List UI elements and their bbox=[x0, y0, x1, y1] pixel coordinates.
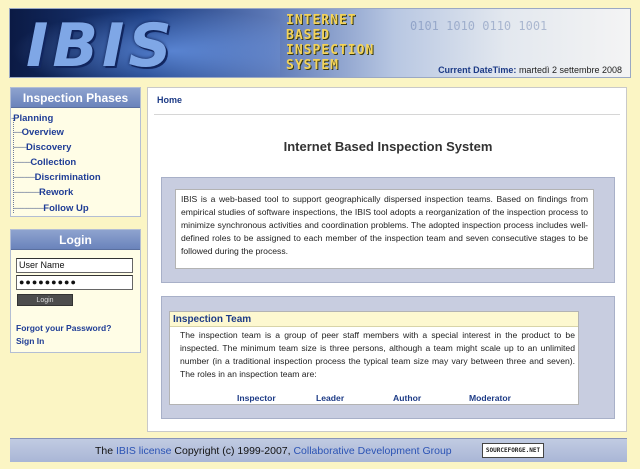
login-button[interactable]: Login bbox=[17, 294, 73, 306]
inspection-team-content: Inspection Team The inspection team is a… bbox=[169, 311, 579, 405]
banner-line-1: INTERNET bbox=[286, 13, 357, 28]
phase-collection[interactable]: --------Collection bbox=[13, 157, 76, 168]
intro-box: IBIS is a web-based tool to support geog… bbox=[161, 177, 615, 283]
password-field[interactable]: ●●●●●●●●● bbox=[16, 275, 133, 290]
inspection-team-title: Inspection Team bbox=[170, 312, 578, 327]
phase-label: Planning bbox=[13, 113, 54, 124]
header-banner: 0101 1010 0110 1001 IBIS INTERNET BASED … bbox=[9, 8, 631, 78]
breadcrumb-home-link[interactable]: Home bbox=[157, 95, 182, 105]
phase-overview[interactable]: ----Overview bbox=[13, 127, 64, 138]
sourceforge-badge[interactable]: SOURCEFORGE.NET bbox=[482, 443, 544, 458]
forgot-password-link[interactable]: Forgot your Password? bbox=[16, 323, 111, 333]
login-panel-title: Login bbox=[11, 230, 140, 250]
phase-tree-branch: ---- bbox=[13, 127, 23, 138]
breadcrumb-divider bbox=[154, 114, 620, 115]
footer-prefix: The bbox=[95, 445, 114, 457]
ibis-license-link[interactable]: IBIS license bbox=[116, 445, 171, 457]
phase-tree-branch: ---------- bbox=[13, 172, 36, 183]
roles-row: Inspector Leader Author Moderator bbox=[170, 393, 580, 405]
role-leader: Leader bbox=[316, 393, 345, 403]
footer-copyright-text: Copyright (c) 1999-2007, bbox=[174, 445, 291, 457]
phase-discrimination[interactable]: ----------Discrimination bbox=[13, 172, 101, 183]
inspection-team-box: Inspection Team The inspection team is a… bbox=[161, 296, 615, 419]
phases-panel-title: Inspection Phases bbox=[11, 88, 140, 108]
footer-copyright: The IBIS license Copyright (c) 1999-2007… bbox=[95, 445, 452, 457]
phase-tree-branch: ------------ bbox=[13, 187, 40, 198]
sign-in-link[interactable]: Sign In bbox=[16, 336, 44, 346]
phase-label: Discovery bbox=[25, 142, 72, 153]
datetime-label: Current DateTime: bbox=[438, 65, 517, 75]
intro-text: IBIS is a web-based tool to support geog… bbox=[175, 189, 594, 269]
phase-label: Collection bbox=[30, 157, 77, 168]
phase-label: Overview bbox=[21, 127, 64, 138]
banner-title: INTERNET BASED INSPECTION SYSTEM bbox=[286, 13, 374, 73]
username-field[interactable]: User Name bbox=[16, 258, 133, 273]
role-author: Author bbox=[393, 393, 422, 403]
phase-tree-branch: ------ bbox=[13, 142, 27, 153]
datetime-value: martedì 2 settembre 2008 bbox=[518, 65, 622, 75]
phase-rework[interactable]: ------------Rework bbox=[13, 187, 73, 198]
inspection-team-text: The inspection team is a group of peer s… bbox=[180, 330, 575, 379]
ibis-logo: IBIS bbox=[26, 11, 176, 78]
phase-tree-branch: -------- bbox=[13, 157, 31, 168]
role-moderator: Moderator bbox=[469, 393, 512, 403]
page-title: Internet Based Inspection System bbox=[283, 139, 493, 154]
banner-binary-decor: 0101 1010 0110 1001 bbox=[410, 19, 548, 33]
login-panel: Login User Name ●●●●●●●●● Login Forgot y… bbox=[10, 229, 141, 353]
banner-line-2: BASED bbox=[286, 28, 331, 43]
phase-planning[interactable]: -Planning bbox=[11, 113, 53, 124]
current-datetime: Current DateTime: martedì 2 settembre 20… bbox=[438, 65, 622, 75]
role-inspector: Inspector bbox=[237, 393, 276, 403]
phase-discovery[interactable]: ------Discovery bbox=[13, 142, 71, 153]
phase-label: Rework bbox=[38, 187, 74, 198]
footer: The IBIS license Copyright (c) 1999-2007… bbox=[10, 438, 627, 462]
main-content: Home Internet Based Inspection System IB… bbox=[147, 87, 627, 432]
banner-line-3: INSPECTION bbox=[286, 43, 375, 58]
phase-tree-branch: -------------- bbox=[13, 203, 44, 214]
collaborative-group-link[interactable]: Collaborative Development Group bbox=[293, 445, 451, 457]
banner-line-4: SYSTEM bbox=[286, 58, 339, 73]
inspection-phases-panel: Inspection Phases -Planning ----Overview… bbox=[10, 87, 141, 217]
phase-label: Discrimination bbox=[34, 172, 101, 183]
phase-label: Follow Up bbox=[43, 203, 89, 214]
phase-follow-up[interactable]: --------------Follow Up bbox=[13, 203, 89, 214]
